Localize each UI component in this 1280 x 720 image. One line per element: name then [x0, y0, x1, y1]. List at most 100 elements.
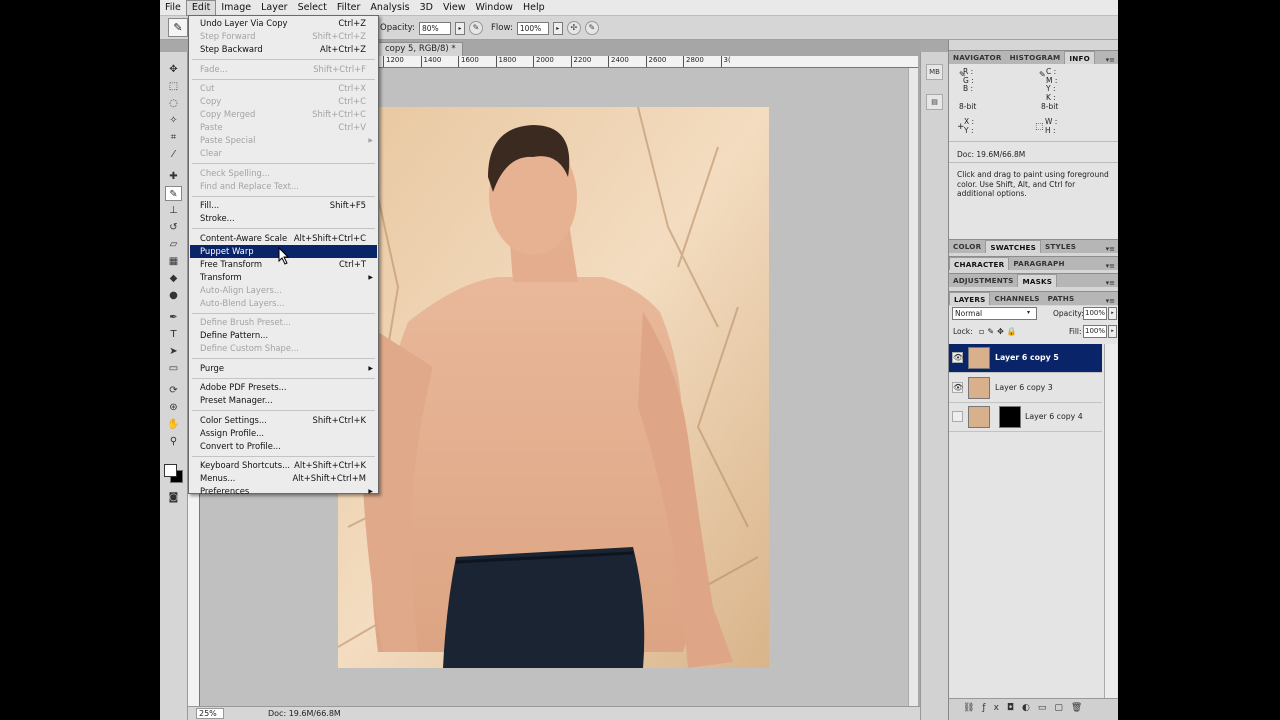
- blend-mode-select[interactable]: Normal: [952, 307, 1037, 320]
- eraser-tool-icon[interactable]: ▱: [165, 237, 182, 252]
- marquee-tool-icon[interactable]: ⬚: [165, 79, 182, 94]
- menu-layer[interactable]: Layer: [256, 0, 293, 16]
- edit-menu-item-menus[interactable]: Menus... Alt+Shift+Ctrl+M: [190, 472, 377, 485]
- edit-menu-item-fill[interactable]: Fill... Shift+F5: [190, 199, 377, 212]
- layer-name[interactable]: Layer 6 copy 3: [995, 383, 1053, 392]
- menu-edit[interactable]: Edit: [185, 0, 217, 16]
- type-tool-icon[interactable]: T: [165, 327, 182, 342]
- edit-menu-item-transform[interactable]: Transform ▶: [190, 271, 377, 284]
- layer-row[interactable]: 👁 Layer 6 copy 5: [949, 344, 1102, 373]
- layer-visibility-eye-icon[interactable]: [952, 411, 963, 422]
- move-tool-icon[interactable]: ✥: [165, 62, 182, 77]
- tab-swatches[interactable]: SWATCHES: [985, 240, 1042, 253]
- layer-visibility-eye-icon[interactable]: 👁: [952, 381, 963, 393]
- fill-input[interactable]: 100%: [1083, 325, 1107, 338]
- menu-image[interactable]: Image: [216, 0, 256, 16]
- quick-selection-tool-icon[interactable]: ✧: [165, 113, 182, 128]
- menu-help[interactable]: Help: [518, 0, 550, 16]
- edit-menu-item-keyboard-shortcuts[interactable]: Keyboard Shortcuts... Alt+Shift+Ctrl+K: [190, 459, 377, 472]
- vertical-scrollbar[interactable]: [908, 68, 918, 706]
- clone-stamp-tool-icon[interactable]: ⊥: [165, 203, 182, 218]
- panel-menu-icon[interactable]: ▾≡: [1106, 56, 1115, 64]
- layer-thumbnail[interactable]: [968, 376, 990, 399]
- menu-analysis[interactable]: Analysis: [365, 0, 414, 16]
- layer-row[interactable]: Layer 6 copy 4: [949, 403, 1102, 432]
- tab-paragraph[interactable]: PARAGRAPH: [1009, 257, 1068, 270]
- tab-masks[interactable]: MASKS: [1017, 274, 1058, 287]
- layer-thumbnail[interactable]: [968, 347, 990, 369]
- airbrush-icon[interactable]: ✣: [566, 21, 581, 35]
- lock-icons[interactable]: ▫✎✥🔒: [979, 327, 1020, 336]
- tab-histogram[interactable]: HISTOGRAM: [1006, 51, 1065, 64]
- edit-menu-item-color-settings[interactable]: Color Settings... Shift+Ctrl+K: [190, 414, 377, 427]
- color-panel-menu-icon[interactable]: ▾≡: [1106, 245, 1115, 253]
- layer-opacity-arrow[interactable]: ▸: [1108, 307, 1117, 320]
- edit-menu-item-adobe-pdf-presets[interactable]: Adobe PDF Presets...: [190, 381, 377, 394]
- healing-brush-tool-icon[interactable]: ✚: [165, 169, 182, 184]
- document-photo[interactable]: [338, 107, 769, 668]
- shape-tool-icon[interactable]: ▭: [165, 361, 182, 376]
- pressure-size-icon[interactable]: ✎: [584, 21, 599, 35]
- edit-menu-item-assign-profile[interactable]: Assign Profile...: [190, 427, 377, 440]
- menu-view[interactable]: View: [438, 0, 471, 16]
- flow-input[interactable]: 100%: [516, 21, 549, 35]
- layer-name[interactable]: Layer 6 copy 5: [995, 353, 1059, 362]
- layer-mask-thumbnail[interactable]: [999, 406, 1021, 428]
- tab-adjustments[interactable]: ADJUSTMENTS: [949, 274, 1017, 287]
- menu-window[interactable]: Window: [470, 0, 517, 16]
- mini-bridge-icon[interactable]: MB: [926, 64, 943, 80]
- gradient-tool-icon[interactable]: ▦: [165, 254, 182, 269]
- edit-menu-item-undo-layer-via-copy[interactable]: Undo Layer Via Copy Ctrl+Z: [190, 17, 377, 30]
- tab-styles[interactable]: STYLES: [1041, 240, 1080, 253]
- tab-color[interactable]: COLOR: [949, 240, 985, 253]
- edit-menu-item-preferences[interactable]: Preferences ▶: [190, 485, 377, 498]
- layer-thumbnail[interactable]: [968, 406, 990, 428]
- opacity-dropdown[interactable]: ▸: [454, 21, 465, 35]
- dodge-tool-icon[interactable]: ●: [165, 288, 182, 303]
- edit-menu-item-content-aware-scale[interactable]: Content-Aware Scale Alt+Shift+Ctrl+C: [190, 232, 377, 245]
- tab-paths[interactable]: PATHS: [1044, 292, 1079, 305]
- document-tab[interactable]: copy 5, RGB/8) *: [378, 42, 463, 56]
- edit-menu-item-define-pattern[interactable]: Define Pattern...: [190, 329, 377, 342]
- zoom-tool-icon[interactable]: ⚲: [165, 434, 182, 449]
- layers-scrollbar[interactable]: [1104, 344, 1117, 698]
- doc-size-info[interactable]: Doc: 19.6M/66.8M: [268, 707, 341, 720]
- pen-tool-icon[interactable]: ✒: [165, 310, 182, 325]
- menu-file[interactable]: File: [160, 0, 186, 16]
- quick-mask-icon[interactable]: ◙: [165, 490, 182, 505]
- crop-tool-icon[interactable]: ⌗: [165, 130, 182, 145]
- flow-dropdown[interactable]: ▸: [552, 21, 563, 35]
- tab-character[interactable]: CHARACTER: [949, 257, 1010, 270]
- blur-tool-icon[interactable]: ◆: [165, 271, 182, 286]
- tab-navigator[interactable]: NAVIGATOR: [949, 51, 1006, 64]
- zoom-level-field[interactable]: 25%: [196, 708, 224, 719]
- edit-menu-item-purge[interactable]: Purge ▶: [190, 362, 377, 375]
- hand-tool-icon[interactable]: ✋: [165, 417, 182, 432]
- tab-layers[interactable]: LAYERS: [949, 292, 991, 305]
- brush-preset-picker[interactable]: ✎: [168, 18, 188, 37]
- eyedropper-tool-icon[interactable]: ⁄: [165, 147, 182, 162]
- edit-menu-item-convert-to-profile[interactable]: Convert to Profile...: [190, 440, 377, 453]
- edit-menu-item-step-backward[interactable]: Step Backward Alt+Ctrl+Z: [190, 43, 377, 56]
- layer-row[interactable]: 👁 Layer 6 copy 3: [949, 374, 1102, 403]
- path-selection-tool-icon[interactable]: ➤: [165, 344, 182, 359]
- layer-visibility-eye-icon[interactable]: 👁: [952, 352, 963, 363]
- layer-opacity-input[interactable]: 100%: [1083, 307, 1107, 320]
- 3d-orbit-tool-icon[interactable]: ⊛: [165, 400, 182, 415]
- menu-3d[interactable]: 3D: [415, 0, 438, 16]
- lasso-tool-icon[interactable]: ◌: [165, 96, 182, 111]
- history-brush-tool-icon[interactable]: ↺: [165, 220, 182, 235]
- fill-arrow[interactable]: ▸: [1108, 325, 1117, 338]
- tab-channels[interactable]: CHANNELS: [990, 292, 1043, 305]
- opacity-input[interactable]: 80%: [418, 21, 451, 35]
- adjust-panel-menu-icon[interactable]: ▾≡: [1106, 279, 1115, 287]
- menu-select[interactable]: Select: [293, 0, 332, 16]
- tab-info[interactable]: INFO: [1064, 51, 1095, 64]
- menu-filter[interactable]: Filter: [332, 0, 366, 16]
- layer-name[interactable]: Layer 6 copy 4: [1025, 412, 1083, 421]
- edit-menu-item-stroke[interactable]: Stroke...: [190, 212, 377, 225]
- brush-tool-icon[interactable]: ✎: [165, 186, 182, 201]
- character-panel-menu-icon[interactable]: ▾≡: [1106, 262, 1115, 270]
- foreground-color-swatch[interactable]: [164, 464, 177, 477]
- layer-action-icons[interactable]: ⛓ƒx◘◐▭▢🗑: [963, 703, 1090, 713]
